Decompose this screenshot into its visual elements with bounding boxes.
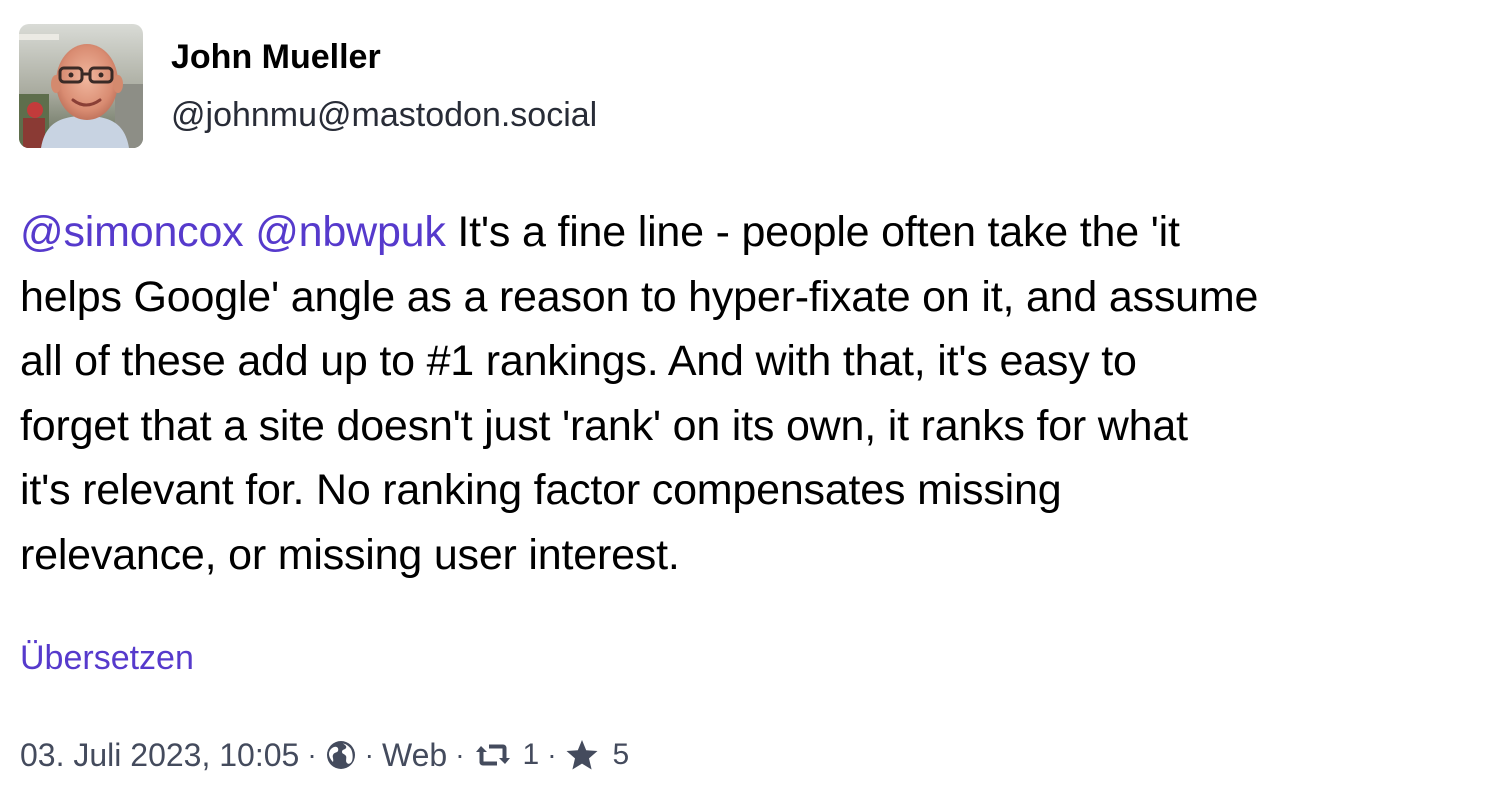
globe-icon — [325, 739, 357, 771]
favourite-count: 5 — [612, 738, 630, 771]
meta-separator: · — [364, 739, 374, 770]
reblog-count: 1 — [522, 738, 540, 771]
retweet-icon[interactable] — [473, 740, 513, 770]
status-content: @simoncox @nbwpuk It's a fine line - peo… — [20, 200, 1500, 587]
status-timestamp[interactable]: 03. Juli 2023, 10:05 — [20, 737, 299, 774]
content-line: forget that a site doesn't just 'rank' o… — [20, 401, 1188, 450]
avatar[interactable] — [19, 24, 143, 148]
content-line: all of these add up to #1 rankings. And … — [20, 337, 1137, 385]
star-icon[interactable] — [565, 739, 599, 771]
account-handle[interactable]: @johnmu@mastodon.social — [171, 94, 597, 136]
content-line: relevance, or missing user interest. — [20, 530, 680, 579]
display-name[interactable]: John Mueller — [171, 36, 381, 78]
status-meta: 03. Juli 2023, 10:05 · · Web · 1 · 5 — [20, 732, 629, 778]
content-line: it's relevant for. No ranking factor com… — [20, 466, 1062, 514]
application-name: Web — [381, 736, 448, 773]
content-text: It's a fine line - people often take the… — [445, 208, 1180, 256]
avatar-photo — [19, 24, 143, 148]
meta-separator: · — [547, 739, 557, 770]
status-post: John Mueller @johnmu@mastodon.social @si… — [0, 0, 1511, 802]
mention-link[interactable]: @simoncox — [20, 208, 244, 256]
meta-separator: · — [455, 739, 465, 770]
meta-separator: · — [307, 739, 317, 770]
content-line: helps Google' angle as a reason to hyper… — [20, 272, 1259, 321]
translate-button[interactable]: Übersetzen — [20, 636, 194, 680]
mention-link[interactable]: @nbwpuk — [255, 208, 446, 256]
content-line: @simoncox @nbwpuk It's a fine line - peo… — [20, 200, 1500, 265]
